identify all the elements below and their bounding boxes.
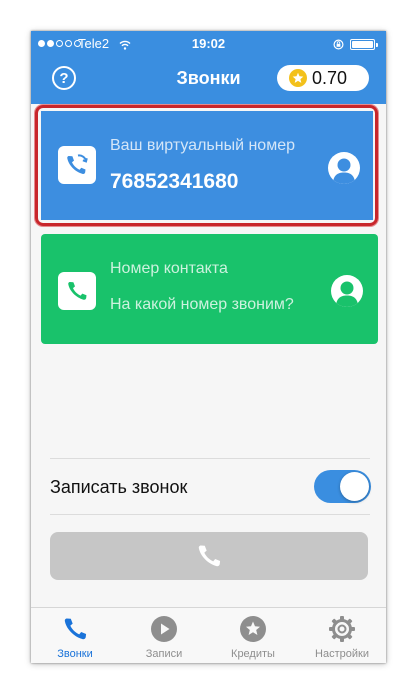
divider	[50, 458, 370, 459]
orientation-lock-icon	[333, 39, 344, 50]
virtual-number-value: 76852341680	[110, 170, 239, 193]
person-icon[interactable]	[328, 152, 360, 184]
battery-icon	[350, 39, 378, 50]
phone-refresh-icon	[58, 146, 96, 184]
coin-star-icon	[289, 69, 307, 87]
record-call-toggle[interactable]	[314, 470, 371, 503]
person-icon[interactable]	[331, 275, 363, 307]
virtual-number-card[interactable]: Ваш виртуальный номер 76852341680	[41, 111, 373, 220]
phone-icon	[58, 272, 96, 310]
tab-recordings[interactable]: Записи	[120, 608, 208, 663]
status-bar: Tele2 19:02	[31, 31, 386, 57]
credits-balance-button[interactable]: 0.70	[277, 65, 369, 91]
tab-settings[interactable]: Настройки	[298, 608, 386, 663]
play-icon	[151, 616, 177, 642]
record-call-label: Записать звонок	[50, 477, 188, 497]
contact-number-label: Номер контакта	[110, 260, 228, 277]
tab-label: Звонки	[57, 648, 93, 660]
tab-calls[interactable]: Звонки	[31, 608, 119, 663]
virtual-number-label: Ваш виртуальный номер	[110, 137, 295, 154]
phone-icon	[198, 545, 221, 567]
tab-bar: Звонки Записи Кредиты Настройки	[31, 607, 386, 663]
credits-value: 0.70	[312, 67, 348, 88]
tab-label: Настройки	[315, 648, 369, 660]
phone-icon	[64, 618, 87, 640]
contact-number-card[interactable]: Номер контакта На какой номер звоним?	[41, 234, 378, 344]
tab-credits[interactable]: Кредиты	[209, 608, 297, 663]
star-icon	[240, 616, 266, 642]
tab-label: Записи	[145, 648, 183, 660]
gear-icon	[329, 616, 355, 642]
divider	[50, 514, 370, 515]
tab-label: Кредиты	[231, 648, 275, 660]
call-button[interactable]	[50, 532, 368, 580]
phone-screen: Tele2 19:02 ? Звонки 0.70 Ваш виртуальны…	[31, 31, 386, 663]
top-bar: Tele2 19:02 ? Звонки 0.70	[31, 31, 386, 104]
contact-number-hint: На какой номер звоним?	[110, 296, 294, 313]
